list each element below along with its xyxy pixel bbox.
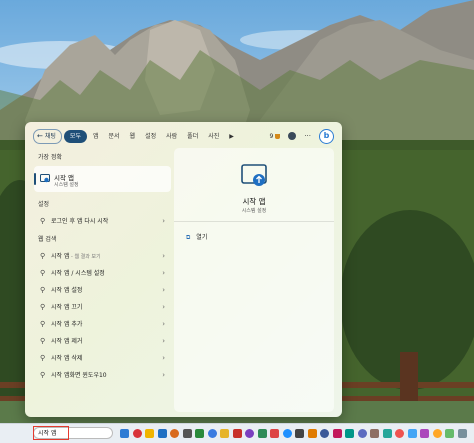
startup-apps-large-icon bbox=[241, 164, 268, 190]
filter-chip-documents[interactable]: 문서 bbox=[105, 130, 124, 143]
best-match-heading: 가장 정확 bbox=[38, 154, 62, 161]
search-icon: ⚲ bbox=[40, 217, 46, 225]
startup-apps-icon bbox=[40, 174, 50, 185]
chevron-right-icon: › bbox=[162, 320, 165, 328]
open-icon: ⧉ bbox=[186, 234, 191, 241]
filter-chip-photos[interactable]: 사진 bbox=[204, 130, 223, 143]
search-icon: ⚲ bbox=[40, 303, 46, 311]
filter-chip-people[interactable]: 사람 bbox=[162, 130, 181, 143]
web-result[interactable]: ⚲ 시작 앱화면 윈도우10 › bbox=[34, 367, 171, 384]
taskbar-app-icon[interactable] bbox=[232, 429, 242, 438]
web-result[interactable]: ⚲ 시작 앱 제거 › bbox=[34, 333, 171, 350]
search-icon: ⚲ bbox=[40, 354, 46, 362]
filter-chip-folders[interactable]: 폴더 bbox=[183, 130, 202, 143]
taskbar-app-icon[interactable] bbox=[345, 429, 354, 438]
search-icon: ⚲ bbox=[40, 286, 46, 294]
web-result[interactable]: ⚲ 시작 앱 삭제 › bbox=[34, 350, 171, 367]
highlight-annotation bbox=[33, 426, 69, 440]
search-icon: ⚲ bbox=[40, 337, 46, 345]
best-match-subtitle: 시스템 설정 bbox=[54, 182, 79, 188]
detail-divider bbox=[174, 221, 334, 222]
best-match-result[interactable]: 시작 앱 시스템 설정 bbox=[34, 166, 171, 192]
taskbar-app-icon[interactable] bbox=[407, 429, 417, 438]
taskbar: 시작 앱 bbox=[0, 423, 474, 443]
web-result[interactable]: ⚲ 시작 앱 끄기 › bbox=[34, 299, 171, 316]
chevron-right-icon: › bbox=[162, 252, 165, 260]
taskbar-app-icon[interactable] bbox=[307, 429, 317, 438]
web-result[interactable]: ⚲ 시작 앱 / 시스템 설정 › bbox=[34, 265, 171, 282]
start-search-panel: ← 채팅 모두 앱 문서 웹 설정 사람 폴더 사진 ▶ 9 ··· b 가장 정… bbox=[25, 122, 342, 417]
selection-indicator bbox=[34, 173, 36, 185]
taskbar-app-icon[interactable] bbox=[282, 429, 292, 438]
taskbar-app-icon[interactable] bbox=[120, 429, 129, 438]
taskbar-app-icon[interactable] bbox=[320, 429, 329, 438]
taskbar-app-icon[interactable] bbox=[432, 429, 442, 438]
filter-chip-web[interactable]: 웹 bbox=[126, 130, 140, 143]
taskbar-app-icon[interactable] bbox=[182, 429, 192, 438]
settings-result[interactable]: ⚲ 로그인 후 앱 다시 시작 › bbox=[34, 213, 171, 230]
chat-back-button[interactable]: ← 채팅 bbox=[33, 128, 62, 144]
settings-heading: 설정 bbox=[38, 201, 50, 208]
taskbar-app-icon[interactable] bbox=[332, 429, 342, 438]
taskbar-app-icon[interactable] bbox=[257, 429, 267, 438]
taskbar-app-icon[interactable] bbox=[382, 429, 392, 438]
taskbar-app-icon[interactable] bbox=[195, 429, 204, 438]
taskbar-app-icon[interactable] bbox=[457, 429, 467, 438]
chevron-right-icon: › bbox=[162, 269, 165, 277]
result-detail-pane: 시작 앱 시스템 설정 ⧉ 열기 bbox=[174, 148, 334, 412]
more-options-icon[interactable]: ··· bbox=[304, 132, 311, 140]
chevron-right-icon: › bbox=[162, 286, 165, 294]
trophy-icon bbox=[275, 133, 281, 139]
taskbar-app-icon[interactable] bbox=[132, 429, 142, 438]
chevron-right-icon: › bbox=[162, 217, 165, 225]
open-action[interactable]: ⧉ 열기 bbox=[186, 232, 207, 242]
profile-avatar-icon[interactable] bbox=[288, 132, 297, 140]
play-icon[interactable]: ▶ bbox=[225, 130, 238, 143]
search-icon: ⚲ bbox=[40, 252, 46, 260]
web-search-heading: 웹 검색 bbox=[38, 236, 57, 243]
search-icon: ⚲ bbox=[40, 320, 46, 328]
chevron-right-icon: › bbox=[162, 303, 165, 311]
taskbar-app-icon[interactable] bbox=[395, 429, 404, 438]
taskbar-app-icon[interactable] bbox=[207, 429, 217, 438]
bing-chat-icon[interactable]: b bbox=[319, 128, 334, 144]
taskbar-app-icon[interactable] bbox=[370, 429, 379, 438]
taskbar-app-icon[interactable] bbox=[220, 429, 229, 438]
search-icon: ⚲ bbox=[40, 371, 46, 379]
filter-chip-all[interactable]: 모두 bbox=[63, 129, 87, 143]
taskbar-app-icon[interactable] bbox=[357, 429, 367, 438]
search-filter-bar: ← 채팅 모두 앱 문서 웹 설정 사람 폴더 사진 ▶ 9 ··· b bbox=[33, 128, 334, 144]
taskbar-app-icon[interactable] bbox=[245, 429, 254, 438]
taskbar-app-icon[interactable] bbox=[420, 429, 429, 438]
search-icon: ⚲ bbox=[40, 269, 46, 277]
taskbar-app-icon[interactable] bbox=[445, 429, 454, 438]
chevron-right-icon: › bbox=[162, 371, 165, 379]
detail-title: 시작 앱 bbox=[242, 197, 266, 206]
back-arrow-icon: ← bbox=[37, 131, 43, 140]
taskbar-app-icon[interactable] bbox=[145, 429, 154, 438]
chevron-right-icon: › bbox=[162, 337, 165, 345]
taskbar-app-icon[interactable] bbox=[270, 429, 279, 438]
taskbar-app-icon[interactable] bbox=[295, 429, 304, 438]
web-result[interactable]: ⚲ 시작 앱 - 웹 결과 보기 › bbox=[34, 248, 171, 265]
results-list: 가장 정확 시작 앱 시스템 설정 설정 ⚲ 로그인 후 앱 다시 시작 › 웹… bbox=[34, 150, 171, 384]
detail-subtitle: 시스템 설정 bbox=[241, 208, 267, 214]
chevron-right-icon: › bbox=[162, 354, 165, 362]
taskbar-app-icon[interactable] bbox=[170, 429, 179, 438]
web-result[interactable]: ⚲ 시작 앱 설정 › bbox=[34, 282, 171, 299]
filter-chip-settings[interactable]: 설정 bbox=[141, 130, 160, 143]
taskbar-app-icon[interactable] bbox=[157, 429, 167, 438]
rewards-score[interactable]: 9 bbox=[269, 133, 281, 140]
web-result[interactable]: ⚲ 시작 앱 추가 › bbox=[34, 316, 171, 333]
filter-chip-apps[interactable]: 앱 bbox=[89, 130, 103, 143]
